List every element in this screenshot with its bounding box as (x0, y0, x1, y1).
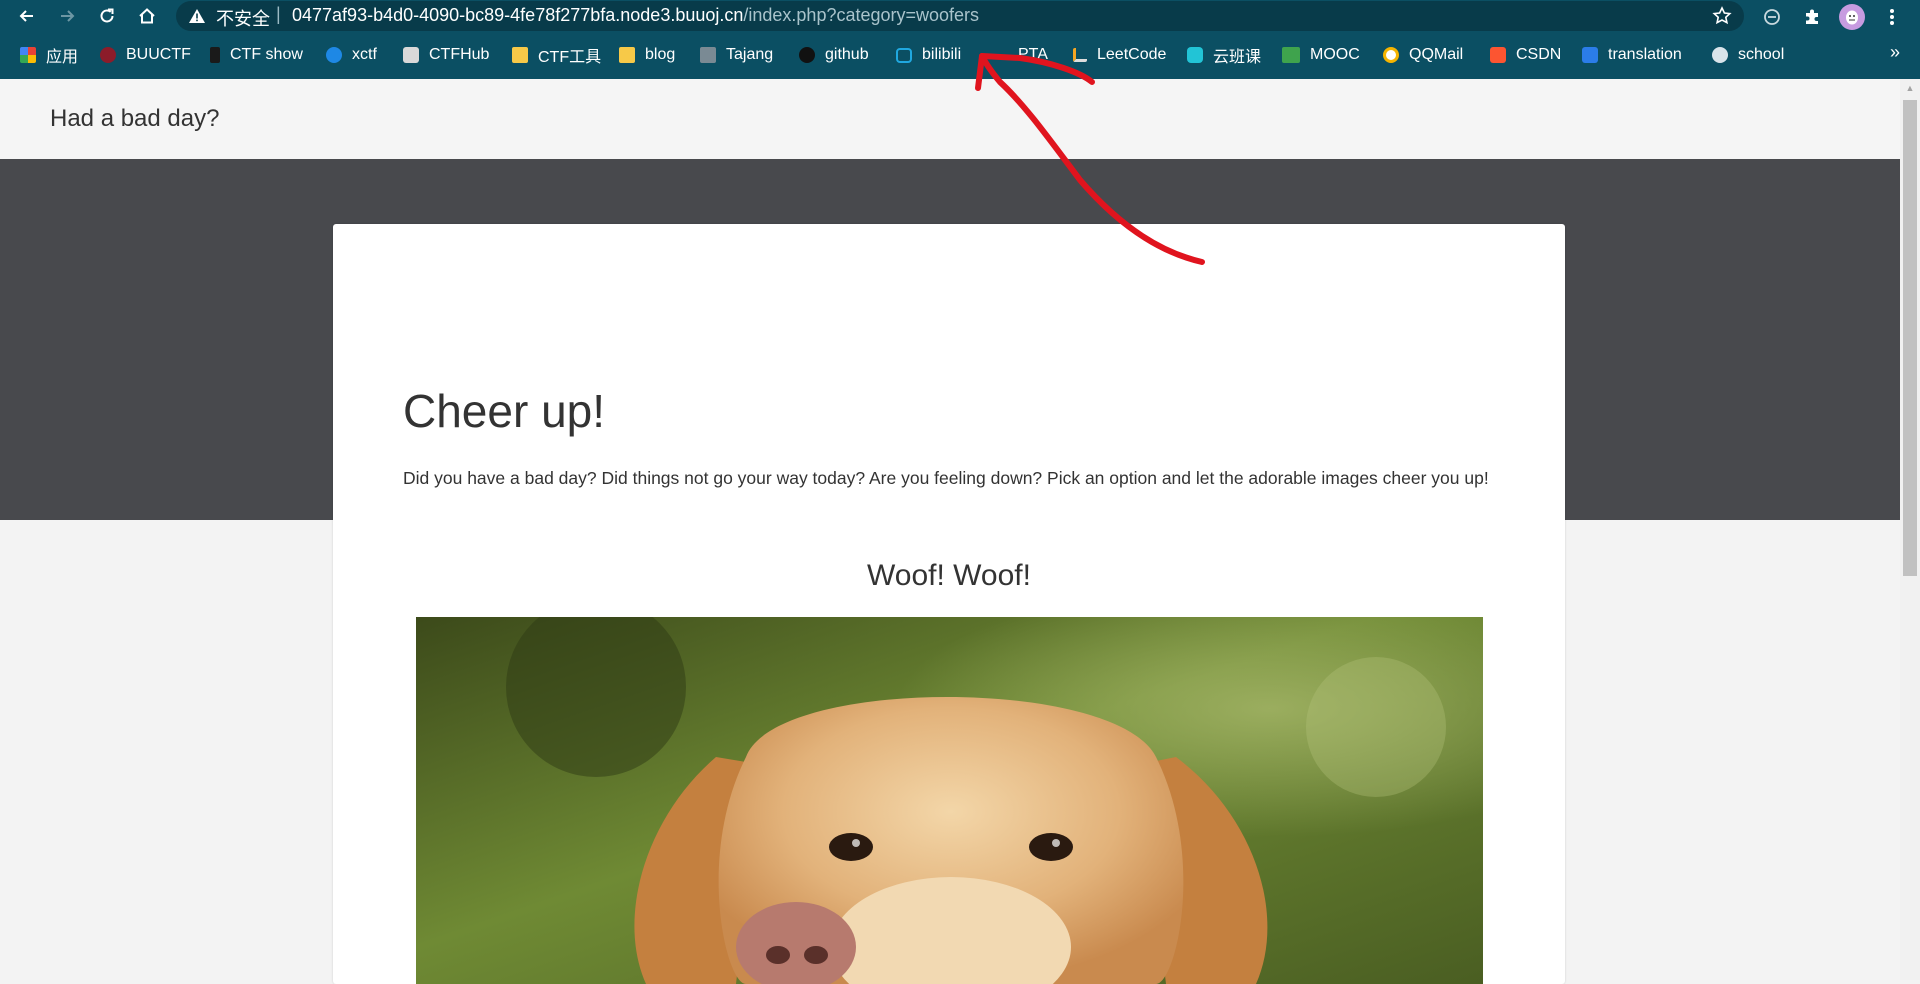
url-host: 0477af93-b4d0-4090-bc89-4fe78f277bfa.nod… (292, 5, 744, 25)
kebab-menu-icon (1890, 9, 1894, 25)
bookmark-label: translation (1608, 46, 1682, 63)
translate-icon (1582, 47, 1598, 63)
category-heading: Woof! Woof! (867, 559, 1031, 592)
bookmark-leetcode[interactable]: LeetCode (1073, 43, 1166, 67)
page-title: Cheer up! (403, 385, 606, 437)
bookmark-label: CTFHub (429, 46, 490, 63)
mooc-icon (1282, 47, 1300, 63)
scroll-up-arrow-icon[interactable]: ▲ (1900, 79, 1920, 96)
bookmark-label: MOOC (1310, 46, 1360, 63)
csdn-icon (1490, 47, 1506, 63)
intro-paragraph: Did you have a bad day? Did things not g… (403, 468, 1489, 488)
bookmark-label: PTA (1018, 46, 1048, 63)
bookmark-apps[interactable]: 应用 (20, 43, 78, 67)
bookmark-label: BUUCTF (126, 46, 191, 63)
forward-button[interactable] (52, 1, 82, 31)
reload-icon (100, 8, 114, 23)
home-icon (139, 8, 155, 24)
minus-circle-icon (1764, 9, 1780, 25)
home-button[interactable] (132, 1, 162, 31)
folder-icon (512, 47, 528, 63)
scroll-thumb[interactable] (1903, 100, 1917, 576)
globe-icon (1712, 47, 1728, 63)
qqmail-icon (1383, 47, 1399, 63)
address-separator: | (276, 4, 281, 24)
bookmark-label: bilibili (922, 46, 962, 63)
url-text[interactable]: 0477af93-b4d0-4090-bc89-4fe78f277bfa.nod… (292, 5, 979, 26)
bookmarks-overflow-button[interactable]: » (1890, 42, 1900, 63)
site-brand[interactable]: Had a bad day? (50, 105, 219, 133)
user-face-icon (1846, 10, 1858, 25)
cloud-class-icon (1187, 47, 1203, 63)
bookmark-translation[interactable]: translation (1582, 43, 1682, 67)
bookmark-label: CSDN (1516, 46, 1562, 63)
bookmark-pta[interactable]: PTA (992, 43, 1048, 67)
puzzle-icon (1806, 9, 1818, 24)
labrador-dog-image (416, 617, 1483, 984)
bookmark-label: github (825, 46, 869, 63)
bookmark-bilibili[interactable]: bilibili (896, 43, 961, 67)
pta-icon (992, 47, 1008, 63)
github-icon (799, 47, 815, 63)
avatar (1839, 4, 1865, 30)
bilibili-icon (896, 47, 912, 63)
extension-blocker-button[interactable] (1758, 3, 1786, 31)
bookmark-cloud-class[interactable]: 云班课 (1187, 43, 1261, 67)
bookmark-star-icon[interactable] (1712, 6, 1732, 26)
content-card: Cheer up! Did you have a bad day? Did th… (333, 224, 1565, 984)
tajang-icon (700, 47, 716, 63)
bookmark-buuctf[interactable]: BUUCTF (100, 43, 191, 67)
back-arrow-icon (19, 10, 33, 22)
leetcode-icon (1073, 48, 1087, 62)
bookmark-label: 云班课 (1213, 49, 1262, 66)
browser-chrome: 不安全 | 0477af93-b4d0-4090-bc89-4fe78f277b… (0, 0, 1920, 79)
ctfhub-icon (403, 47, 419, 63)
bookmark-label: blog (645, 46, 676, 63)
page-scrollbar[interactable]: ▲ (1900, 79, 1920, 980)
reload-button[interactable] (92, 1, 122, 31)
bookmark-school[interactable]: school (1712, 43, 1784, 67)
bookmark-label: school (1738, 46, 1785, 63)
browser-toolbar: 不安全 | 0477af93-b4d0-4090-bc89-4fe78f277b… (0, 0, 1920, 34)
extensions-button[interactable] (1798, 3, 1826, 31)
bookmark-label: QQMail (1409, 46, 1464, 63)
bookmark-label: CTF工具 (538, 49, 602, 66)
bookmark-label: Tajang (726, 46, 774, 63)
bookmark-github[interactable]: github (799, 43, 869, 67)
dog-photo (416, 617, 1483, 984)
bookmark-ctfhub[interactable]: CTFHub (403, 43, 489, 67)
bookmarks-bar: 应用 BUUCTF CTF show xctf CTFHub CTF工具 blo… (0, 40, 1920, 70)
bookmark-ctf-tools[interactable]: CTF工具 (512, 43, 601, 67)
url-path: /index.php?category=woofers (743, 5, 980, 25)
bookmark-label: CTF show (230, 46, 303, 63)
browser-menu-button[interactable] (1878, 3, 1906, 31)
buuctf-icon (100, 47, 116, 63)
warning-triangle-icon (189, 9, 205, 23)
bookmark-tajang[interactable]: Tajang (700, 43, 773, 67)
bookmark-label: LeetCode (1097, 46, 1167, 63)
address-bar[interactable]: 不安全 | 0477af93-b4d0-4090-bc89-4fe78f277b… (176, 1, 1744, 31)
bookmark-mooc[interactable]: MOOC (1282, 43, 1360, 67)
back-button[interactable] (12, 1, 42, 31)
security-label[interactable]: 不安全 (216, 5, 270, 31)
xctf-icon (326, 47, 342, 63)
bookmark-csdn[interactable]: CSDN (1490, 43, 1561, 67)
bookmark-label: 应用 (46, 49, 79, 66)
site-navbar: Had a bad day? (0, 79, 1900, 159)
profile-button[interactable] (1838, 3, 1866, 31)
bookmark-qqmail[interactable]: QQMail (1383, 43, 1463, 67)
folder-icon (619, 47, 635, 63)
bookmark-xctf[interactable]: xctf (326, 43, 377, 67)
bookmark-blog[interactable]: blog (619, 43, 675, 67)
apps-grid-icon (20, 47, 36, 63)
bookmark-label: xctf (352, 46, 377, 63)
forward-arrow-icon (61, 10, 75, 22)
ctfshow-icon (210, 47, 220, 63)
bookmark-ctfshow[interactable]: CTF show (210, 43, 303, 67)
